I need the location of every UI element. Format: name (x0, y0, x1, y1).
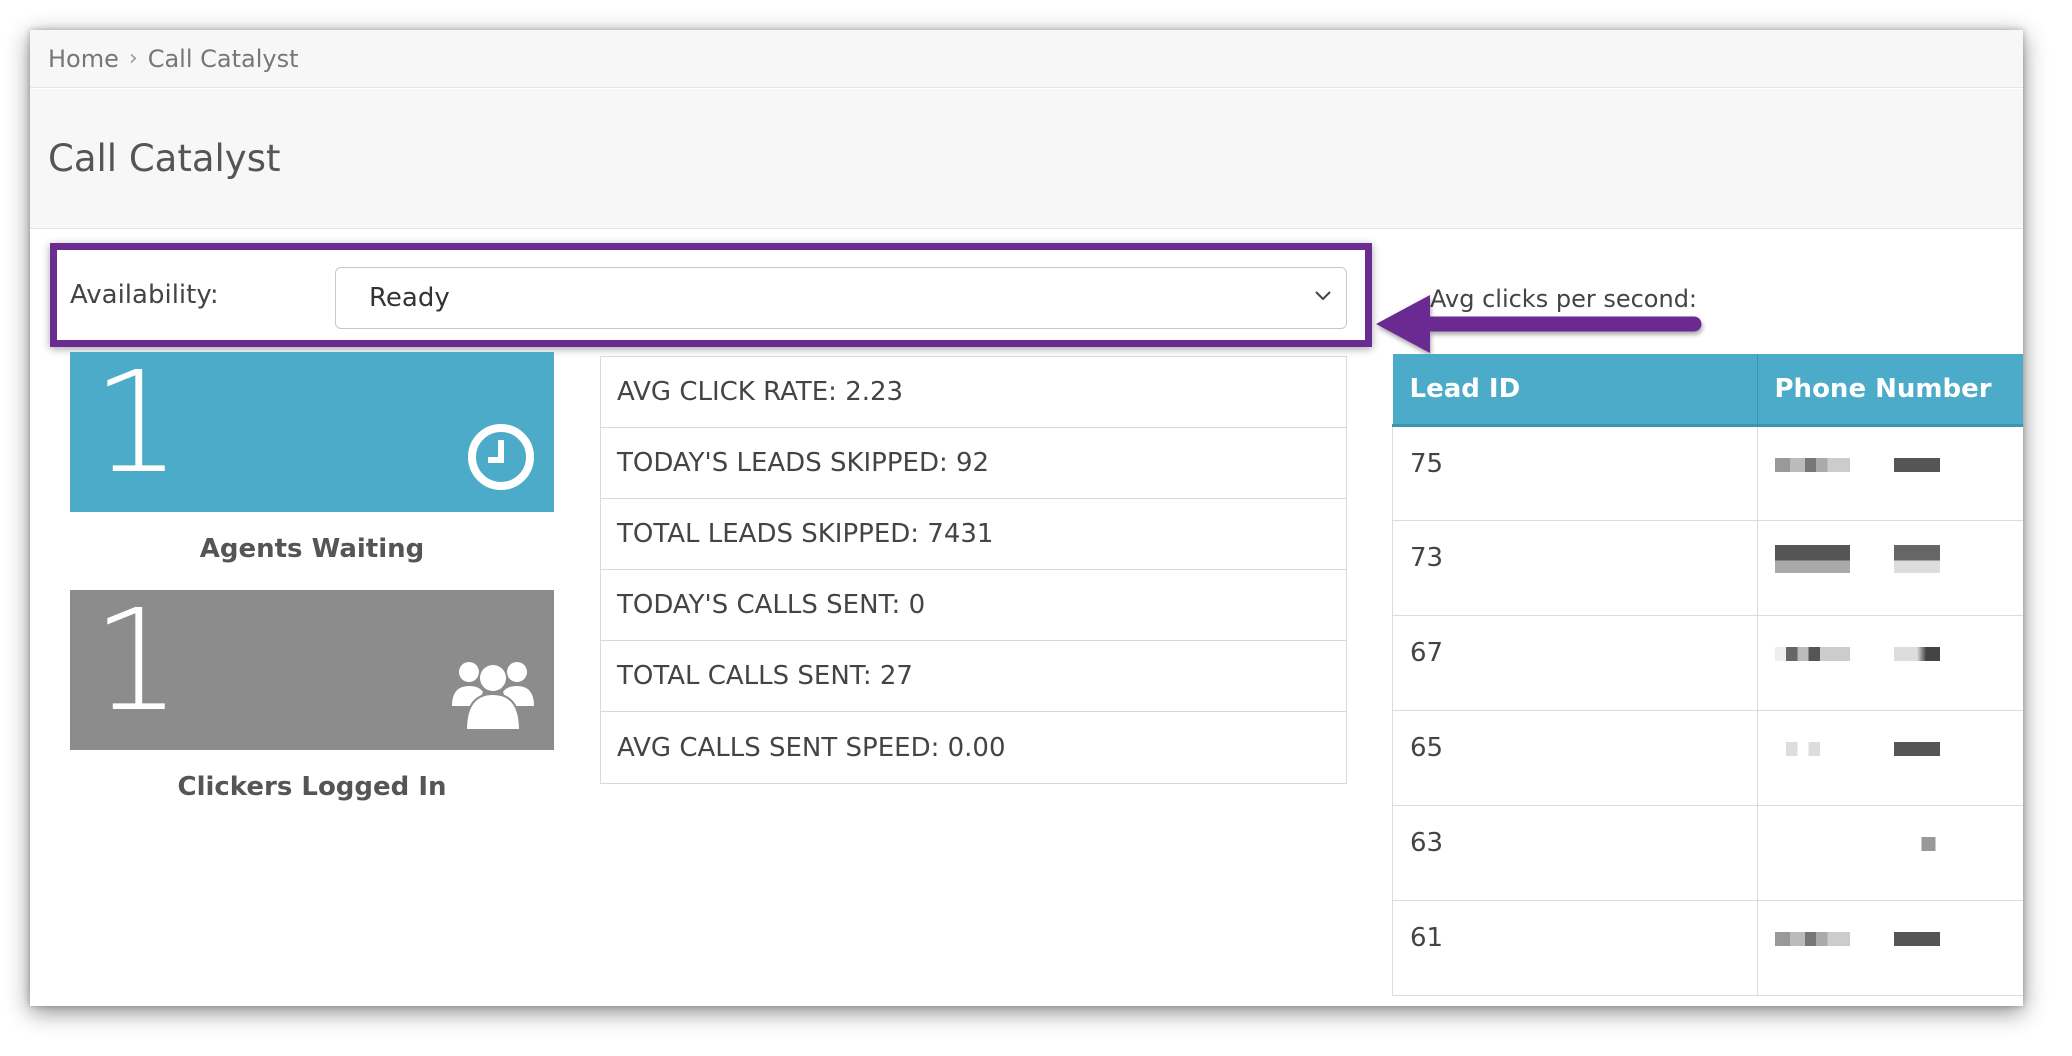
redacted-phone-icon (1894, 544, 1941, 573)
clickers-logged-in-tile: 1 (70, 582, 554, 750)
availability-label: Availability: (70, 280, 219, 310)
app-window: Home › Call Catalyst Call Catalyst Avg c… (30, 30, 2023, 1006)
lead-id-cell: 67 (1392, 615, 1758, 711)
phone-number-cell (1757, 710, 2023, 806)
lead-id-cell: 75 (1392, 425, 1758, 521)
redacted-phone-icon (1894, 741, 1941, 756)
redacted-phone-icon (1774, 457, 1850, 472)
table-row[interactable]: 65 (1392, 710, 2023, 806)
page-header: Call Catalyst (30, 89, 2023, 229)
stat-todays-calls-sent: TODAY'S CALLS SENT: 0 (601, 570, 1346, 641)
stat-total-calls-sent: TOTAL CALLS SENT: 27 (601, 641, 1346, 712)
table-row[interactable]: 75 (1392, 425, 2023, 521)
table-row[interactable]: 63 (1392, 805, 2023, 901)
phone-number-cell (1757, 900, 2023, 996)
stat-avg-calls-sent-speed: AVG CALLS SENT SPEED: 0.00 (617, 732, 1006, 763)
stat-avg-click-rate: AVG CLICK RATE: 2.23 (601, 357, 1346, 428)
agents-waiting-caption: Agents Waiting (199, 534, 425, 564)
phone-number-cell (1757, 520, 2023, 616)
clickers-logged-in-count: 1 (92, 580, 182, 743)
redacted-phone-icon (1894, 836, 1941, 851)
stat-todays-leads-skipped: TODAY'S LEADS SKIPPED: 92 (601, 428, 1346, 499)
agents-waiting-count: 1 (92, 342, 182, 505)
lead-id-cell: 61 (1392, 900, 1758, 996)
page-title: Call Catalyst (48, 137, 281, 180)
stat-total-leads-skipped: TOTAL LEADS SKIPPED: 7431 (601, 499, 1346, 570)
breadcrumb-separator-icon: › (128, 46, 138, 71)
redacted-phone-icon (1894, 646, 1941, 661)
redacted-phone-icon (1894, 457, 1941, 472)
availability-selected-value: Ready (369, 283, 450, 313)
clock-icon (468, 424, 534, 490)
table-header-row: Lead ID Phone Number (1392, 354, 2023, 427)
lead-id-cell: 73 (1392, 520, 1758, 616)
chevron-down-icon (1315, 291, 1331, 301)
lead-id-cell: 65 (1392, 710, 1758, 806)
table-row[interactable]: 67 (1392, 615, 2023, 711)
redacted-phone-icon (1774, 646, 1850, 661)
lead-id-cell: 63 (1392, 805, 1758, 901)
table-row[interactable]: 61 (1392, 900, 2023, 996)
agents-waiting-tile: 1 (70, 344, 554, 512)
breadcrumb: Home › Call Catalyst (30, 30, 2023, 88)
table-row[interactable]: 73 (1392, 520, 2023, 616)
redacted-phone-icon (1774, 931, 1850, 946)
annotation-arrow-icon (1376, 295, 1702, 353)
redacted-phone-icon (1894, 931, 1941, 946)
users-icon (452, 662, 534, 730)
redacted-phone-icon (1774, 544, 1850, 573)
stats-list: AVG CLICK RATE: 2.23 TODAY'S LEADS SKIPP… (600, 356, 1347, 784)
phone-number-cell (1757, 805, 2023, 901)
redacted-phone-icon (1774, 741, 1850, 756)
column-header-phone-number[interactable]: Phone Number (1757, 354, 2023, 427)
phone-number-cell (1757, 425, 2023, 521)
availability-select[interactable]: Ready (335, 267, 1347, 329)
leads-table: Lead ID Phone Number 75 73 67 65 63 61 (1392, 354, 2023, 996)
breadcrumb-current: Call Catalyst (147, 44, 299, 73)
clickers-logged-in-caption: Clickers Logged In (177, 772, 447, 802)
breadcrumb-home-link[interactable]: Home (48, 45, 119, 73)
phone-number-cell (1757, 615, 2023, 711)
column-header-lead-id[interactable]: Lead ID (1392, 354, 1758, 427)
